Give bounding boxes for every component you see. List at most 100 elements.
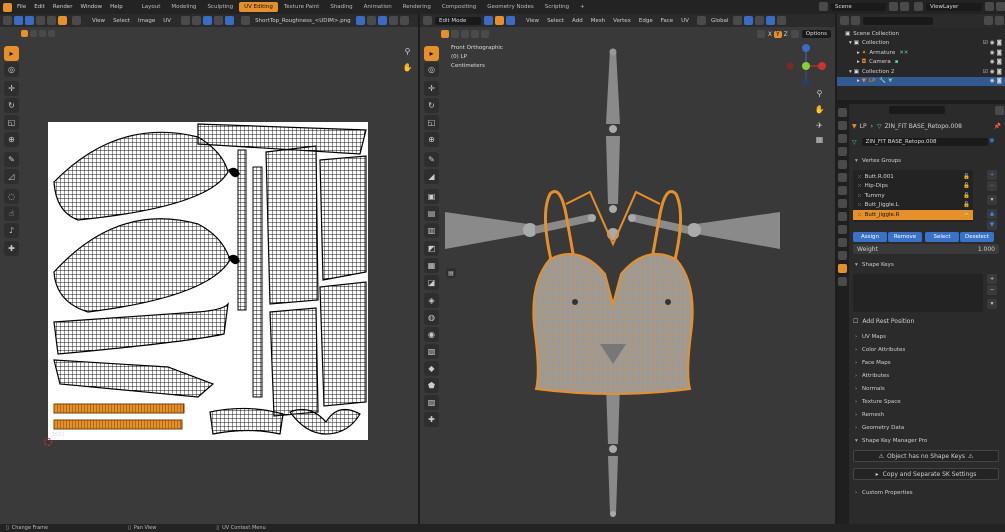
menu-file[interactable]: File bbox=[13, 4, 30, 10]
shape-key-manager-panel-header[interactable]: ▾ Shape Key Manager Pro bbox=[849, 434, 1005, 447]
uv-maps-panel-header[interactable]: › UV Maps bbox=[849, 330, 1005, 343]
chevron-right-icon[interactable]: ▸ bbox=[857, 59, 860, 65]
shield-icon[interactable] bbox=[355, 16, 365, 25]
outliner-item-armature[interactable]: ▸ ✦ Armature ✕✕ ◉ ◙ bbox=[837, 48, 1005, 58]
loop-cut-tool[interactable]: ▦ bbox=[424, 258, 439, 273]
chevron-down-icon[interactable]: ▾ bbox=[849, 69, 852, 75]
vp-menu-uv[interactable]: UV bbox=[677, 18, 693, 24]
outliner-item-collection[interactable]: ▾ ▣ Collection ☑ ◉ ◙ bbox=[837, 39, 1005, 49]
lock-icon[interactable]: 🔓 bbox=[963, 183, 970, 189]
new-collection-icon[interactable] bbox=[995, 16, 1004, 25]
geometry-data-panel-header[interactable]: › Geometry Data bbox=[849, 421, 1005, 434]
editor-type-icon[interactable] bbox=[423, 16, 432, 25]
extrude-tool[interactable]: ▤ bbox=[424, 206, 439, 221]
face-maps-panel-header[interactable]: › Face Maps bbox=[849, 356, 1005, 369]
eye-icon[interactable]: ◉ bbox=[990, 69, 995, 75]
checkbox-icon[interactable]: ☑ bbox=[983, 69, 988, 75]
vertex-group-menu-button[interactable]: ▾ bbox=[987, 195, 997, 205]
rip-tool[interactable]: ◿ bbox=[4, 169, 19, 184]
view-layer-field[interactable]: ViewLayer bbox=[926, 2, 982, 11]
select-box-icon[interactable] bbox=[441, 30, 449, 38]
edge-mode-icon[interactable] bbox=[47, 16, 56, 25]
camera-icon[interactable]: ◙ bbox=[997, 69, 1002, 75]
outliner-item-camera[interactable]: ▸ ◘ Camera ▪ ◉ ◙ bbox=[837, 58, 1005, 68]
constraints-tab-icon[interactable] bbox=[838, 251, 847, 260]
zoom-icon[interactable]: ⚲ bbox=[400, 44, 415, 59]
output-tab-icon[interactable] bbox=[838, 134, 847, 143]
image-browse-icon[interactable] bbox=[241, 16, 251, 25]
rotate-tool[interactable]: ↻ bbox=[4, 98, 19, 113]
attributes-panel-header[interactable]: › Attributes bbox=[849, 369, 1005, 382]
lock-icon[interactable]: 🔓 bbox=[963, 193, 970, 199]
cursor-tool[interactable]: ◎ bbox=[424, 62, 439, 77]
vertex-group-item[interactable]: ⁙ Butt_Jiggle.L 🔓 bbox=[853, 201, 973, 211]
options-icon[interactable] bbox=[995, 105, 1004, 115]
vertex-mode-icon[interactable] bbox=[36, 16, 45, 25]
menu-window[interactable]: Window bbox=[76, 4, 106, 10]
vp-menu-vertex[interactable]: Vertex bbox=[609, 18, 635, 24]
uv-menu-image[interactable]: Image bbox=[134, 18, 159, 24]
shear-tool[interactable]: ⬟ bbox=[424, 378, 439, 393]
folder-icon[interactable] bbox=[377, 16, 387, 25]
render-tab-icon[interactable] bbox=[838, 121, 847, 130]
relax-tool[interactable]: ☝ bbox=[4, 206, 19, 221]
collection-tab-icon[interactable] bbox=[838, 186, 847, 195]
menu-help[interactable]: Help bbox=[106, 4, 127, 10]
weight-field[interactable]: Weight 1.000 bbox=[853, 244, 999, 254]
add-workspace-button[interactable]: + bbox=[575, 2, 590, 12]
scene-tab-icon[interactable] bbox=[838, 160, 847, 169]
eye-icon[interactable]: ◉ bbox=[990, 40, 995, 46]
select-intersect-icon[interactable] bbox=[481, 30, 489, 38]
blender-logo-icon[interactable] bbox=[3, 2, 12, 12]
poly-build-tool[interactable]: ◈ bbox=[424, 293, 439, 308]
uv-2d-cursor[interactable] bbox=[44, 438, 52, 446]
vp-menu-add[interactable]: Add bbox=[568, 18, 587, 24]
vertex-select-icon[interactable] bbox=[484, 16, 493, 25]
snap-target-icon[interactable] bbox=[755, 16, 765, 25]
tab-uv-editing[interactable]: UV Editing bbox=[239, 2, 278, 12]
move-down-button[interactable]: ▼ bbox=[987, 220, 997, 230]
remesh-panel-header[interactable]: › Remesh bbox=[849, 408, 1005, 421]
knife-tool[interactable]: ◪ bbox=[424, 275, 439, 290]
modifier-tab-icon[interactable] bbox=[838, 212, 847, 221]
outliner-search-input[interactable] bbox=[863, 16, 933, 25]
snap-icon[interactable] bbox=[192, 16, 202, 25]
transform-tool[interactable]: ⊕ bbox=[4, 132, 19, 147]
uv-menu-view[interactable]: View bbox=[88, 18, 109, 24]
checkbox-icon[interactable]: ☑ bbox=[983, 40, 988, 46]
edge-select-icon[interactable] bbox=[495, 16, 504, 25]
face-select-icon[interactable] bbox=[506, 16, 515, 25]
tab-geometry-nodes[interactable]: Geometry Nodes bbox=[482, 2, 538, 12]
camera-icon[interactable]: ◙ bbox=[997, 40, 1002, 46]
options-dropdown[interactable]: Options bbox=[801, 30, 831, 38]
eye-icon[interactable]: ◉ bbox=[990, 78, 995, 84]
properties-search-input[interactable] bbox=[889, 106, 945, 114]
sync-selection-icon[interactable] bbox=[25, 16, 34, 25]
select-tool[interactable]: ▸ bbox=[424, 46, 439, 61]
pin-icon[interactable] bbox=[399, 16, 409, 25]
uv-tile-canvas[interactable] bbox=[48, 122, 368, 440]
outliner-item-lp[interactable]: ▸ ▼ LP 🔧 ▼ ◉ ◙ bbox=[837, 76, 1005, 86]
vp-menu-face[interactable]: Face bbox=[657, 18, 677, 24]
camera-icon[interactable]: ◙ bbox=[997, 50, 1002, 56]
close-icon[interactable] bbox=[996, 2, 1005, 11]
rip-region-tool[interactable]: ▨ bbox=[424, 395, 439, 410]
mesh-model[interactable] bbox=[440, 44, 830, 524]
vertex-group-item-active[interactable]: ⁙ Butt_jiggle.R 🔓 bbox=[853, 210, 973, 220]
tab-compositing[interactable]: Compositing bbox=[437, 2, 481, 12]
copy-icon[interactable] bbox=[985, 2, 994, 11]
shield-icon[interactable]: ⛊ bbox=[990, 138, 995, 146]
menu-render[interactable]: Render bbox=[49, 4, 77, 10]
particles-tab-icon[interactable] bbox=[838, 225, 847, 234]
add-vertex-group-button[interactable]: + bbox=[987, 170, 997, 180]
copy-icon[interactable] bbox=[366, 16, 376, 25]
pan-hand-icon[interactable]: ✋ bbox=[400, 60, 415, 75]
deselect-button[interactable]: Deselect bbox=[960, 231, 994, 242]
eye-icon[interactable]: ◉ bbox=[990, 50, 995, 56]
outliner-item-collection-2[interactable]: ▾ ▣ Collection 2 ☑ ◉ ◙ bbox=[837, 67, 1005, 77]
face-mode-icon[interactable] bbox=[58, 16, 67, 25]
editor-type-icon[interactable] bbox=[3, 16, 12, 25]
color-attributes-panel-header[interactable]: › Color Attributes bbox=[849, 343, 1005, 356]
pin-icon[interactable]: 📌 bbox=[994, 123, 1001, 130]
move-tool[interactable]: ✛ bbox=[4, 81, 19, 96]
